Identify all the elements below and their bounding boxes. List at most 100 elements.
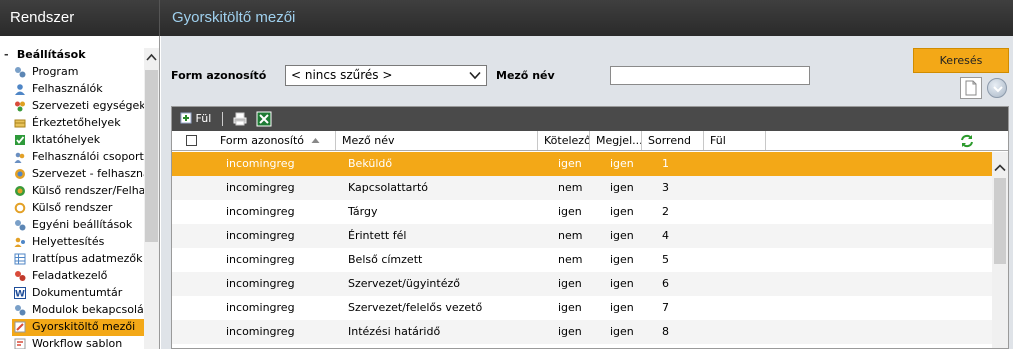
- sidebar-item[interactable]: Program: [12, 64, 144, 81]
- table-row[interactable]: incomingreg Belső címzett nem igen 5: [172, 248, 992, 272]
- sidebar-item[interactable]: Egyéni beállítások: [12, 217, 144, 234]
- table-row[interactable]: incomingreg Beküldő igen igen 1: [172, 152, 992, 176]
- sidebar-item[interactable]: Helyettesítés: [12, 234, 144, 251]
- column-header-visible[interactable]: Megjel...: [590, 131, 642, 150]
- scroll-up-icon[interactable]: [994, 162, 1006, 174]
- sidebar-item-label: Program: [32, 65, 79, 78]
- cell-tab: [712, 320, 724, 344]
- grid-scrollbar[interactable]: [992, 152, 1008, 348]
- sidebar-item[interactable]: Érkeztetőhelyek: [12, 115, 144, 132]
- table-row[interactable]: incomingreg Intézési határidő igen igen 8: [172, 320, 992, 344]
- cell-field: Szervezet/felelős vezető: [348, 301, 483, 314]
- sidebar-scrollbar[interactable]: [144, 48, 159, 349]
- sidebar-item[interactable]: Irattípus adatmezők: [12, 251, 144, 268]
- tasks-icon: [15, 271, 26, 281]
- ring-icon: [14, 202, 26, 214]
- blank-page-icon: [965, 80, 977, 96]
- row-select-cell[interactable]: [172, 272, 214, 296]
- column-header-form[interactable]: Form azonosító: [214, 131, 336, 150]
- table-row[interactable]: incomingreg Szervezet/felelős vezető igen i…: [172, 296, 992, 320]
- cell-visible: igen: [610, 205, 634, 218]
- row-select-cell[interactable]: [172, 320, 214, 344]
- cell-form: incomingreg: [226, 157, 295, 170]
- collapse-icon[interactable]: -: [4, 48, 13, 61]
- sidebar-item-label: Külső rendszer: [32, 201, 113, 214]
- sidebar-item[interactable]: Modulok bekapcsolása: [12, 302, 144, 319]
- sidebar-item[interactable]: Külső rendszer/Felhasz: [12, 183, 144, 200]
- gears-icon: [15, 305, 26, 316]
- column-header-field[interactable]: Mező név: [336, 131, 538, 150]
- sidebar-item[interactable]: Iktatóhelyek: [12, 132, 144, 149]
- dropdown-round-button[interactable]: [987, 78, 1007, 98]
- refresh-icon[interactable]: [960, 134, 974, 148]
- column-header-order[interactable]: Sorrend: [642, 131, 704, 150]
- sidebar-item[interactable]: Szervezeti egységek: [12, 98, 144, 115]
- cell-order: 7: [662, 301, 669, 314]
- table-row[interactable]: incomingreg Érintett fél nem igen 4: [172, 224, 992, 248]
- cell-order: 8: [662, 325, 669, 338]
- sidebar-item-label: Szervezet - felhasználó: [32, 167, 144, 180]
- sidebar-item[interactable]: Feladatkezelő: [12, 268, 144, 285]
- cell-field: Belső címzett: [348, 253, 423, 266]
- tab-button[interactable]: Fül: [180, 111, 211, 127]
- search-button[interactable]: Keresés: [913, 48, 1009, 73]
- excel-icon: [256, 111, 272, 127]
- column-header-required[interactable]: Kötelező: [538, 131, 590, 150]
- cell-visible: igen: [610, 277, 634, 290]
- row-select-cell[interactable]: [172, 200, 214, 224]
- grid-rows: incomingreg Beküldő igen igen 1 incomingreg Ka…: [172, 152, 992, 350]
- sidebar-item-label: Felhasználók: [32, 82, 103, 95]
- sidebar-item[interactable]: Külső rendszer: [12, 200, 144, 217]
- fields-grid-icon: [14, 253, 26, 265]
- field-name-input[interactable]: [610, 66, 810, 85]
- cell-field: Intézési határidő: [348, 325, 441, 338]
- top-bar: Rendszer Gyorskitöltő mezői: [0, 0, 1013, 36]
- settings-tree: - Beállítások Program Felhasználók Szervez…: [0, 36, 144, 349]
- grid-scroll-thumb[interactable]: [994, 178, 1006, 264]
- cell-form: incomingreg: [226, 325, 295, 338]
- grid-toolbar: Fül: [172, 107, 1008, 131]
- row-select-cell[interactable]: [172, 296, 214, 320]
- tree-root-label: Beállítások: [16, 48, 86, 61]
- tree-root-settings[interactable]: - Beállítások: [4, 48, 86, 62]
- sidebar-item[interactable]: Workflow sablon: [12, 336, 144, 349]
- sidebar-scroll-thumb[interactable]: [145, 70, 158, 242]
- select-all-checkbox[interactable]: [186, 135, 197, 146]
- sidebar-item-label: Gyorskitöltő mezői: [32, 320, 136, 333]
- data-grid: Fül Form azonosító Mező név Kötelező Meg…: [171, 106, 1009, 349]
- sidebar-item-label: Egyéni beállítások: [32, 218, 133, 231]
- form-id-select[interactable]: < nincs szűrés >: [285, 65, 487, 86]
- table-row[interactable]: incomingreg Tárgy igen igen 2: [172, 200, 992, 224]
- sidebar-item[interactable]: Felhasználói csoportok: [12, 149, 144, 166]
- cell-order: 5: [662, 253, 669, 266]
- sidebar-item-label: Érkeztetőhelyek: [32, 116, 121, 129]
- tab-button-label: Fül: [195, 112, 212, 125]
- row-select-cell[interactable]: [172, 224, 214, 248]
- cell-field: Tárgy: [348, 205, 378, 218]
- sidebar-item-label: Szervezeti egységek: [32, 99, 144, 112]
- sidebar-item[interactable]: Szervezet - felhasználó: [12, 166, 144, 183]
- row-select-cell[interactable]: [172, 248, 214, 272]
- users-group-icon: [14, 152, 25, 163]
- print-button[interactable]: [232, 111, 248, 127]
- main-panel: Form azonosító < nincs szűrés > Mező név…: [161, 36, 1013, 349]
- svg-text:W: W: [15, 290, 25, 300]
- row-select-cell[interactable]: [172, 152, 214, 176]
- excel-export-button[interactable]: [256, 111, 272, 127]
- cell-visible: igen: [610, 229, 634, 242]
- cell-order: 3: [662, 181, 669, 194]
- sidebar-item[interactable]: Felhasználók: [12, 81, 144, 98]
- sidebar-item[interactable]: Gyorskitöltő mezői: [12, 319, 144, 336]
- gears-icon: [15, 67, 26, 78]
- pencil-icon: [14, 321, 26, 333]
- row-select-cell[interactable]: [172, 176, 214, 200]
- scroll-up-icon[interactable]: [146, 52, 157, 63]
- cell-visible: igen: [610, 253, 634, 266]
- app-title: Rendszer: [10, 9, 75, 26]
- tab-add-icon: [180, 112, 192, 124]
- new-document-button[interactable]: [960, 77, 982, 99]
- table-row[interactable]: incomingreg Kapcsolattartó nem igen 3: [172, 176, 992, 200]
- sidebar-item[interactable]: W Dokumentumtár: [12, 285, 144, 302]
- table-row[interactable]: incomingreg Szervezet/ügyintéző igen igen 6: [172, 272, 992, 296]
- column-header-tab[interactable]: Fül: [704, 131, 766, 150]
